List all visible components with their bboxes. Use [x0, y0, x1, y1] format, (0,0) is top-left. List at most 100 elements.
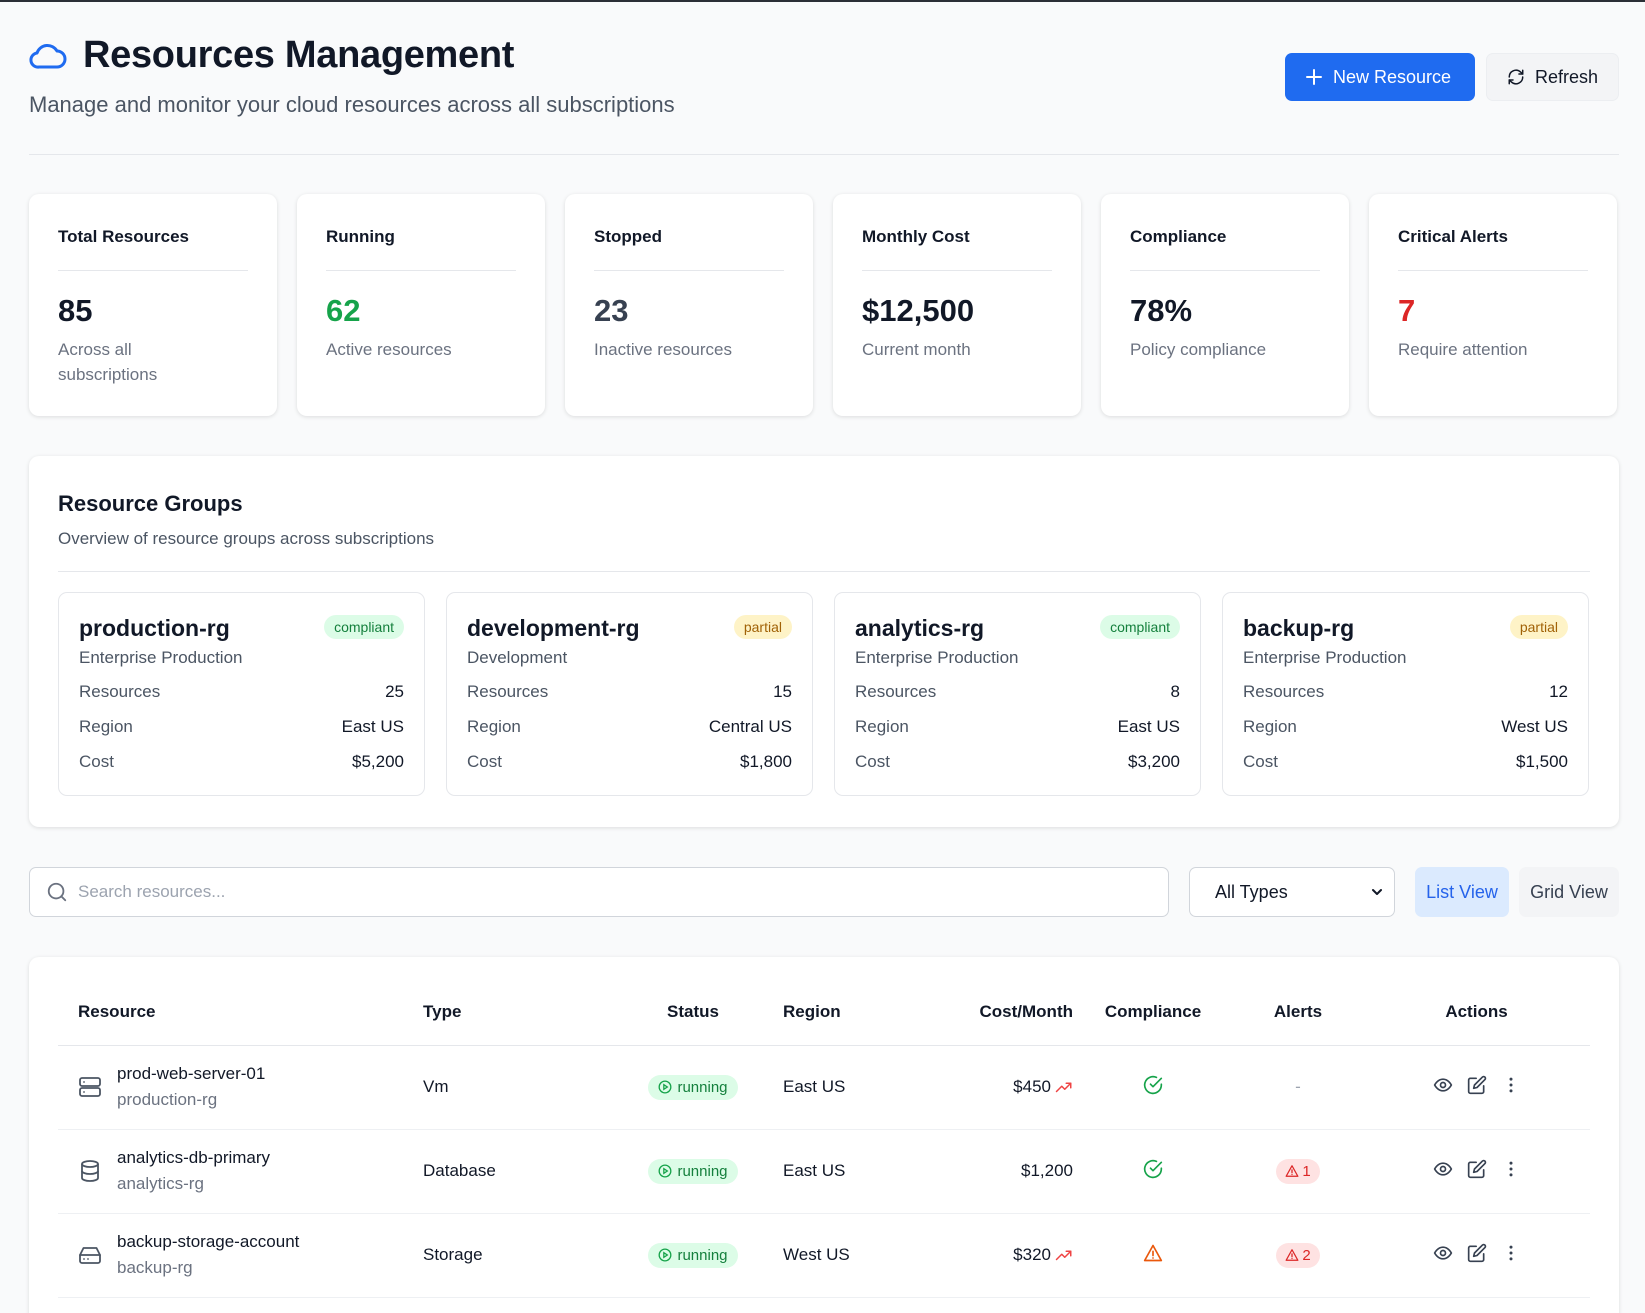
resource-group-card[interactable]: analytics-rg compliant Enterprise Produc…: [834, 592, 1201, 796]
col-header-status[interactable]: Status: [623, 957, 763, 1046]
grid-view-button[interactable]: Grid View: [1519, 867, 1619, 917]
group-row-cost: Cost $1,800: [467, 752, 792, 773]
stat-value: 62: [326, 293, 361, 328]
refresh-label: Refresh: [1534, 66, 1598, 87]
group-row-resources: Resources 15: [467, 682, 792, 703]
resource-text: backup-storage-account backup-rg: [117, 1232, 299, 1278]
edit-icon[interactable]: [1467, 1159, 1487, 1179]
row-key: Cost: [467, 752, 502, 771]
col-header-region[interactable]: Region: [763, 957, 923, 1046]
alert-count: 2: [1302, 1246, 1311, 1264]
compliance-badge: partial: [733, 615, 792, 639]
group-row-resources: Resources 25: [79, 682, 404, 703]
alert-triangle-icon: [1285, 1165, 1299, 1177]
row-value: West US: [1501, 717, 1568, 736]
group-row-cost: Cost $5,200: [79, 752, 404, 773]
more-vertical-icon[interactable]: [1501, 1243, 1521, 1263]
alert-badge[interactable]: 2: [1276, 1242, 1320, 1268]
resource-cell: analytics-db-primary analytics-rg: [58, 1129, 423, 1214]
col-header-compliance[interactable]: Compliance: [1073, 957, 1233, 1046]
stat-label: Stopped: [594, 194, 784, 271]
stat-label: Total Resources: [58, 194, 248, 271]
stat-sub: Require attention: [1398, 340, 1528, 359]
stat-label: Critical Alerts: [1398, 194, 1588, 271]
page-title: Resources Management: [83, 34, 515, 76]
eye-icon[interactable]: [1433, 1243, 1453, 1263]
status-badge: running: [648, 1074, 738, 1100]
alert-triangle-icon: [1285, 1249, 1299, 1261]
hard-drive-icon: [78, 1243, 102, 1267]
cost-cell: $1,200: [923, 1129, 1073, 1214]
resource-name: backup-storage-account: [117, 1232, 300, 1251]
alert-badge[interactable]: 1: [1276, 1158, 1320, 1184]
type-filter-value: All Types: [1215, 881, 1288, 902]
table-row[interactable]: prod-web-server-01 production-rg Vm runn…: [58, 1045, 1590, 1130]
resource-info: backup-storage-account backup-rg: [78, 1232, 423, 1278]
group-row-region: Region West US: [1243, 717, 1568, 738]
edit-icon[interactable]: [1467, 1075, 1487, 1095]
group-subscription: Development: [467, 648, 568, 667]
group-row-resources: Resources 12: [1243, 682, 1568, 703]
header-actions: New Resource Refresh: [1285, 53, 1619, 101]
resource-group-name: analytics-rg: [117, 1174, 204, 1193]
col-header-resource[interactable]: Resource: [58, 957, 423, 1046]
row-value: 15: [773, 682, 792, 701]
col-header-alerts[interactable]: Alerts: [1233, 957, 1363, 1046]
resources-table: Resource Type Status Region Cost/Month C…: [58, 957, 1590, 1298]
page: Resources Management Manage and monitor …: [29, 2, 1619, 1313]
type-filter-select[interactable]: All Types: [1189, 867, 1395, 917]
more-vertical-icon[interactable]: [1501, 1159, 1521, 1179]
edit-icon[interactable]: [1467, 1243, 1487, 1263]
resource-text: analytics-db-primary analytics-rg: [117, 1148, 270, 1194]
new-resource-button[interactable]: New Resource: [1285, 53, 1475, 101]
eye-icon[interactable]: [1433, 1075, 1453, 1095]
alerts-empty: -: [1295, 1077, 1301, 1096]
resource-info: analytics-db-primary analytics-rg: [78, 1148, 423, 1194]
row-key: Cost: [79, 752, 114, 771]
chevron-down-icon: [1372, 889, 1382, 895]
cost-wrap: $1,200: [1021, 1161, 1073, 1181]
stat-sub: Policy compliance: [1130, 340, 1267, 359]
table-row[interactable]: backup-storage-account backup-rg Storage…: [58, 1213, 1590, 1298]
alerts-cell: 2: [1233, 1213, 1363, 1298]
resource-info: prod-web-server-01 production-rg: [78, 1064, 423, 1110]
resource-group-name: production-rg: [117, 1090, 218, 1109]
stats-row: Total Resources 85 Across all subscripti…: [29, 194, 1619, 416]
resource-group-card[interactable]: backup-rg partial Enterprise Production …: [1222, 592, 1589, 796]
resource-groups-panel: Resource Groups Overview of resource gro…: [29, 456, 1619, 827]
search-input[interactable]: [78, 882, 1078, 902]
eye-icon[interactable]: [1433, 1159, 1453, 1179]
compliance-badge: compliant: [324, 615, 404, 639]
resource-cell: backup-storage-account backup-rg: [58, 1213, 423, 1298]
trending-up-icon: [1055, 1082, 1072, 1093]
compliance-cell: [1073, 1045, 1233, 1130]
resource-groups-subtitle: Overview of resource groups across subsc…: [58, 529, 1590, 572]
cost-wrap: $450: [1013, 1077, 1073, 1097]
row-key: Region: [467, 717, 521, 736]
cost-cell: $320: [923, 1213, 1073, 1298]
play-circle-icon: [658, 1164, 672, 1178]
resource-group-card[interactable]: development-rg partial Development Resou…: [446, 592, 813, 796]
check-circle-icon: [1143, 1075, 1163, 1094]
status-badge: running: [648, 1158, 738, 1184]
stat-card-monthly-cost: Monthly Cost $12,500 Current month: [833, 194, 1081, 416]
cost-cell: $450: [923, 1045, 1073, 1130]
refresh-button[interactable]: Refresh: [1486, 53, 1619, 101]
stat-card-total: Total Resources 85 Across all subscripti…: [29, 194, 277, 416]
list-view-button[interactable]: List View: [1415, 867, 1509, 917]
table-row[interactable]: analytics-db-primary analytics-rg Databa…: [58, 1129, 1590, 1214]
row-actions: [1433, 1075, 1521, 1095]
play-circle-icon: [658, 1248, 672, 1262]
resource-group-card[interactable]: production-rg compliant Enterprise Produ…: [58, 592, 425, 796]
more-vertical-icon[interactable]: [1501, 1075, 1521, 1095]
search-icon: [47, 882, 67, 902]
status-text: running: [677, 1078, 728, 1096]
col-header-cost[interactable]: Cost/Month: [923, 957, 1073, 1046]
resource-cost: $1,200: [1021, 1161, 1073, 1180]
status-badge: running: [648, 1242, 738, 1268]
plus-icon: [1306, 69, 1322, 85]
col-header-type[interactable]: Type: [423, 957, 623, 1046]
row-value: $1,800: [740, 752, 792, 771]
status-cell: running: [623, 1129, 763, 1214]
page-subtitle: Manage and monitor your cloud resources …: [29, 92, 675, 117]
